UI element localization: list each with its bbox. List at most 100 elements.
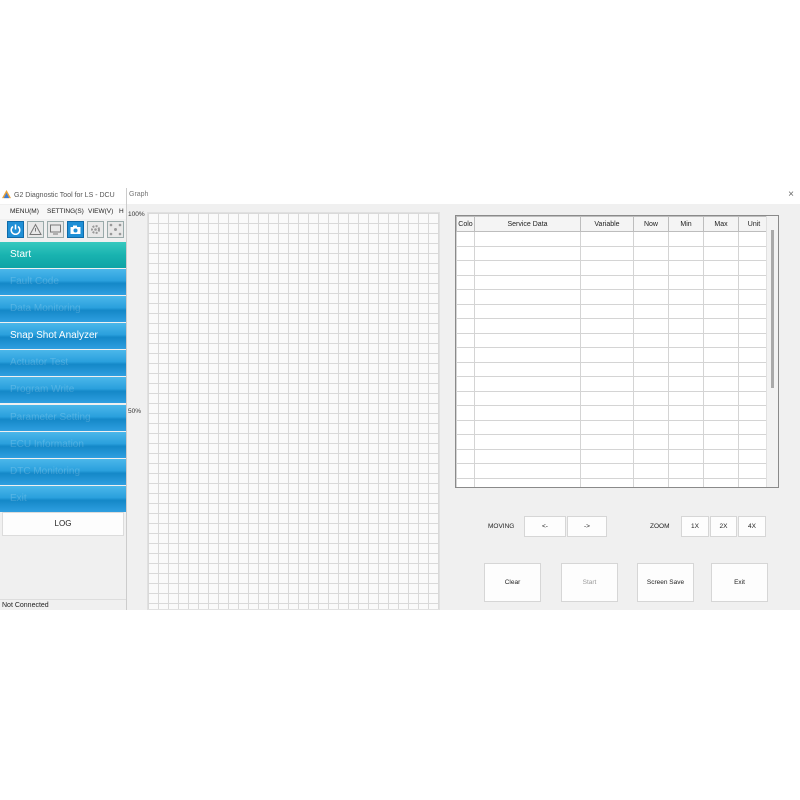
col-header-now[interactable]: Now bbox=[633, 216, 669, 232]
table-cell[interactable] bbox=[633, 376, 669, 392]
table-cell[interactable] bbox=[633, 303, 669, 319]
table-cell[interactable] bbox=[668, 405, 704, 421]
table-row[interactable] bbox=[456, 332, 770, 348]
table-scrollbar[interactable] bbox=[766, 216, 778, 487]
table-cell[interactable] bbox=[580, 332, 634, 348]
zoom-4x-button[interactable]: 4X bbox=[738, 516, 766, 537]
sidebar-item-dtc-monitoring[interactable]: DTC Monitoring bbox=[0, 458, 126, 485]
table-cell[interactable] bbox=[456, 245, 475, 261]
sidebar-item-snap-shot-analyzer[interactable]: Snap Shot Analyzer bbox=[0, 323, 126, 350]
table-cell[interactable] bbox=[633, 289, 669, 305]
table-cell[interactable] bbox=[738, 390, 770, 406]
table-cell[interactable] bbox=[633, 332, 669, 348]
table-cell[interactable] bbox=[703, 419, 739, 435]
sidebar-item-actuator-test[interactable]: Actuator Test bbox=[0, 350, 126, 377]
table-cell[interactable] bbox=[580, 477, 634, 487]
table-row[interactable] bbox=[456, 303, 770, 319]
col-header-min[interactable]: Min bbox=[668, 216, 704, 232]
table-row[interactable] bbox=[456, 361, 770, 377]
table-row[interactable] bbox=[456, 477, 770, 487]
table-cell[interactable] bbox=[668, 390, 704, 406]
table-cell[interactable] bbox=[703, 448, 739, 464]
table-cell[interactable] bbox=[474, 419, 581, 435]
table-cell[interactable] bbox=[580, 274, 634, 290]
table-cell[interactable] bbox=[633, 347, 669, 363]
table-cell[interactable] bbox=[633, 419, 669, 435]
zoom-1x-button[interactable]: 1X bbox=[681, 516, 709, 537]
table-cell[interactable] bbox=[703, 303, 739, 319]
table-cell[interactable] bbox=[456, 332, 475, 348]
table-cell[interactable] bbox=[668, 231, 704, 247]
menu-view[interactable]: VIEW(V) bbox=[88, 208, 113, 215]
sidebar-item-program-write[interactable]: Program Write bbox=[0, 377, 126, 404]
table-row[interactable] bbox=[456, 318, 770, 334]
table-cell[interactable] bbox=[703, 245, 739, 261]
table-cell[interactable] bbox=[474, 332, 581, 348]
table-row[interactable] bbox=[456, 231, 770, 247]
table-row[interactable] bbox=[456, 448, 770, 464]
gear-icon[interactable] bbox=[87, 221, 104, 238]
table-cell[interactable] bbox=[668, 361, 704, 377]
table-cell[interactable] bbox=[580, 405, 634, 421]
table-cell[interactable] bbox=[456, 347, 475, 363]
table-cell[interactable] bbox=[738, 361, 770, 377]
table-cell[interactable] bbox=[633, 274, 669, 290]
sidebar-item-ecu-information[interactable]: ECU Information bbox=[0, 431, 126, 458]
table-cell[interactable] bbox=[474, 405, 581, 421]
table-cell[interactable] bbox=[703, 289, 739, 305]
sidebar-item-fault-code[interactable]: Fault Code bbox=[0, 269, 126, 296]
warning-icon[interactable] bbox=[27, 221, 44, 238]
move-right-button[interactable]: -> bbox=[567, 516, 607, 537]
table-cell[interactable] bbox=[668, 419, 704, 435]
col-header-unit[interactable]: Unit bbox=[738, 216, 770, 232]
table-cell[interactable] bbox=[633, 318, 669, 334]
table-cell[interactable] bbox=[580, 303, 634, 319]
table-cell[interactable] bbox=[668, 434, 704, 450]
table-cell[interactable] bbox=[456, 405, 475, 421]
table-cell[interactable] bbox=[668, 376, 704, 392]
table-cell[interactable] bbox=[633, 434, 669, 450]
table-cell[interactable] bbox=[456, 274, 475, 290]
table-cell[interactable] bbox=[703, 463, 739, 479]
table-cell[interactable] bbox=[456, 390, 475, 406]
table-cell[interactable] bbox=[668, 289, 704, 305]
col-header-service-data[interactable]: Service Data bbox=[474, 216, 581, 232]
col-header-color[interactable]: Colo bbox=[456, 216, 475, 232]
table-cell[interactable] bbox=[738, 347, 770, 363]
table-cell[interactable] bbox=[738, 332, 770, 348]
table-cell[interactable] bbox=[633, 245, 669, 261]
menu-menu[interactable]: MENU(M) bbox=[10, 208, 39, 215]
col-header-variable[interactable]: Variable bbox=[580, 216, 634, 232]
table-cell[interactable] bbox=[580, 231, 634, 247]
table-cell[interactable] bbox=[456, 376, 475, 392]
table-cell[interactable] bbox=[580, 289, 634, 305]
table-cell[interactable] bbox=[474, 361, 581, 377]
table-cell[interactable] bbox=[633, 463, 669, 479]
table-cell[interactable] bbox=[580, 361, 634, 377]
table-cell[interactable] bbox=[580, 390, 634, 406]
table-cell[interactable] bbox=[738, 405, 770, 421]
table-cell[interactable] bbox=[474, 303, 581, 319]
sidebar-item-data-monitoring[interactable]: Data Monitoring bbox=[0, 296, 126, 323]
table-row[interactable] bbox=[456, 434, 770, 450]
table-cell[interactable] bbox=[668, 332, 704, 348]
table-cell[interactable] bbox=[738, 434, 770, 450]
table-cell[interactable] bbox=[474, 463, 581, 479]
table-cell[interactable] bbox=[474, 274, 581, 290]
table-cell[interactable] bbox=[633, 260, 669, 276]
clear-button[interactable]: Clear bbox=[484, 563, 541, 602]
table-cell[interactable] bbox=[668, 463, 704, 479]
table-cell[interactable] bbox=[703, 390, 739, 406]
table-cell[interactable] bbox=[703, 231, 739, 247]
table-cell[interactable] bbox=[633, 448, 669, 464]
start-button[interactable]: Start bbox=[561, 563, 618, 602]
table-row[interactable] bbox=[456, 347, 770, 363]
table-cell[interactable] bbox=[456, 477, 475, 487]
table-cell[interactable] bbox=[668, 260, 704, 276]
log-button[interactable]: LOG bbox=[2, 512, 124, 536]
table-cell[interactable] bbox=[474, 434, 581, 450]
table-cell[interactable] bbox=[580, 376, 634, 392]
table-cell[interactable] bbox=[668, 274, 704, 290]
power-icon[interactable] bbox=[7, 221, 24, 238]
table-cell[interactable] bbox=[456, 361, 475, 377]
